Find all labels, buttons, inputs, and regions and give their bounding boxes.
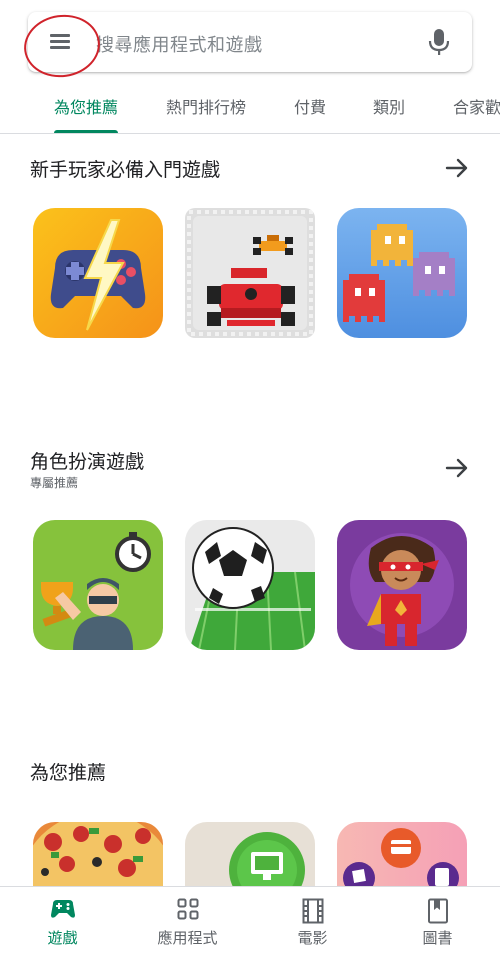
monitor-icon[interactable] [185, 822, 315, 886]
tab-for-you[interactable]: 為您推薦 [54, 94, 118, 118]
nav-label: 遊戲 [47, 929, 78, 947]
race-cars-icon[interactable] [185, 208, 315, 338]
search-input[interactable]: 搜尋應用程式和遊戲 [96, 31, 263, 57]
tab-top-charts[interactable]: 熱門排行榜 [166, 94, 246, 118]
section-title: 為您推薦 [30, 762, 107, 784]
film-icon [302, 898, 323, 924]
tab-paid[interactable]: 付費 [294, 94, 326, 118]
trophy-stopwatch-icon[interactable] [33, 520, 163, 650]
section-title: 新手玩家必備入門遊戲 [30, 159, 221, 181]
section-title: 角色扮演遊戲 [30, 451, 145, 473]
soccer-ball-field-icon[interactable] [185, 520, 315, 650]
bottom-navigation: 遊戲 應用程式 電影 圖書 [0, 886, 500, 953]
gamepad-icon [50, 900, 75, 918]
search-bar[interactable]: 搜尋應用程式和遊戲 [28, 12, 472, 72]
tab-indicator [54, 130, 118, 133]
arrow-right-icon[interactable] [444, 456, 470, 480]
nav-label: 電影 [297, 929, 328, 947]
nav-movies[interactable]: 電影 [250, 887, 375, 953]
nav-label: 圖書 [422, 929, 453, 947]
section-subtitle: 專屬推薦 [30, 476, 79, 490]
gamepad-lightning-icon[interactable] [33, 208, 163, 338]
mic-icon[interactable] [428, 27, 450, 57]
nav-apps[interactable]: 應用程式 [125, 887, 250, 953]
pixel-ghosts-icon[interactable] [337, 208, 467, 338]
nav-label: 應用程式 [157, 929, 218, 947]
map-pins-icon[interactable] [337, 822, 467, 886]
pizza-icon[interactable] [33, 822, 163, 886]
tab-categories[interactable]: 類別 [373, 94, 405, 118]
nav-books[interactable]: 圖書 [375, 887, 500, 953]
book-icon [427, 898, 448, 924]
nav-games[interactable]: 遊戲 [0, 887, 125, 953]
tab-family[interactable]: 合家歡 [453, 94, 500, 118]
superhero-kid-icon[interactable] [337, 520, 467, 650]
apps-grid-icon [177, 898, 198, 920]
category-tabs: 為您推薦 熱門排行榜 付費 類別 合家歡 [0, 80, 500, 134]
arrow-right-icon[interactable] [444, 156, 470, 180]
menu-icon[interactable] [48, 31, 74, 53]
